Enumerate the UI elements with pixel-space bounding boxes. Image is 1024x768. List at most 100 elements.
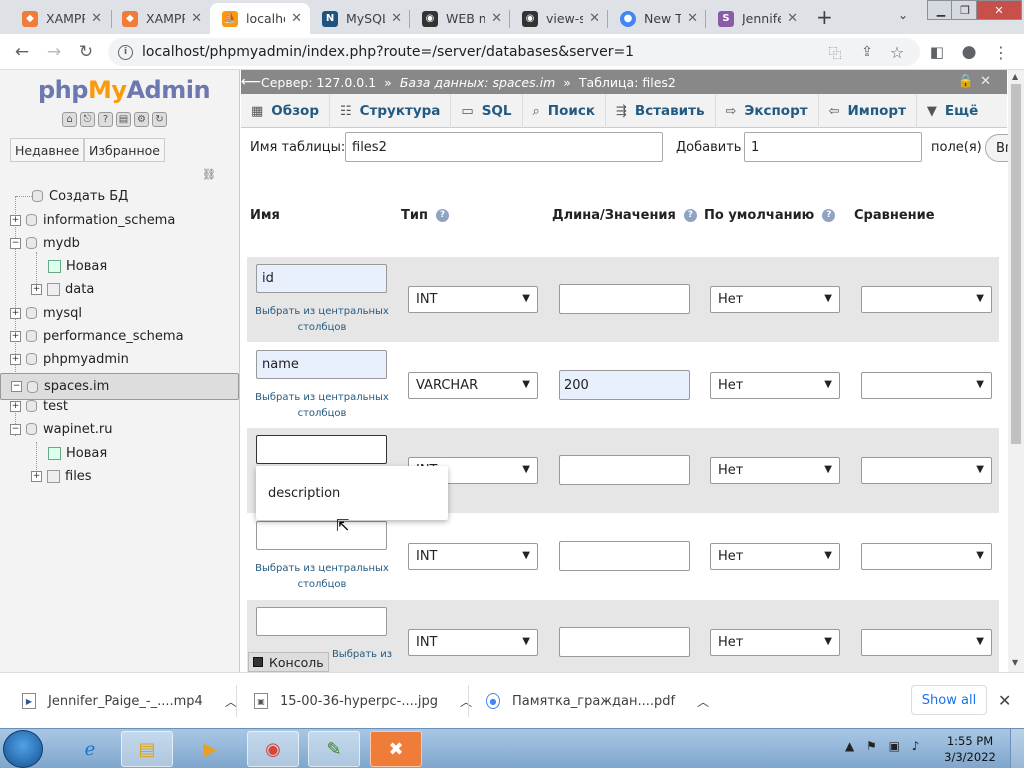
- scroll-down-icon[interactable]: ▼: [1012, 658, 1018, 667]
- tab-import[interactable]: ⇦ Импорт: [819, 94, 917, 128]
- new-tab-button[interactable]: +: [816, 5, 833, 29]
- collapse-icon[interactable]: −: [10, 237, 21, 249]
- help-icon[interactable]: ?: [435, 209, 449, 222]
- expand-icon[interactable]: +: [10, 214, 21, 226]
- profile-icon[interactable]: ●: [957, 40, 981, 64]
- type-select[interactable]: INT▼: [408, 629, 538, 656]
- tree-item-db[interactable]: − wapinet.ru: [10, 419, 113, 439]
- tree-item-db[interactable]: + test: [10, 396, 68, 416]
- default-select[interactable]: Нет ▼: [710, 457, 840, 484]
- collation-select[interactable]: ▼: [861, 543, 992, 570]
- length-input[interactable]: [559, 284, 690, 314]
- help-icon[interactable]: ?: [98, 112, 113, 127]
- favorites-button[interactable]: Избранное: [84, 138, 165, 162]
- show-desktop-button[interactable]: [1010, 729, 1024, 768]
- help-icon[interactable]: ?: [822, 209, 836, 222]
- home-icon[interactable]: ⌂: [62, 112, 77, 127]
- media-player-icon[interactable]: ▶: [184, 731, 236, 767]
- scroll-up-icon[interactable]: ▲: [1012, 72, 1018, 81]
- breadcrumb-server[interactable]: Сервер: 127.0.0.1: [261, 75, 376, 90]
- length-input[interactable]: [559, 627, 690, 657]
- type-select[interactable]: INT▼: [408, 286, 538, 313]
- breadcrumb-database[interactable]: База данных: spaces.im: [400, 75, 555, 90]
- browser-tab-active[interactable]: ⛵ localhost ✕: [210, 3, 310, 34]
- settings-gear-icon[interactable]: ⚙: [134, 112, 149, 127]
- tree-item-db[interactable]: − mydb: [10, 233, 80, 253]
- browser-tab[interactable]: ◆ XAMPP ✕: [10, 3, 110, 34]
- chevron-up-icon[interactable]: ︿: [460, 693, 472, 710]
- browser-tab[interactable]: ◉ WEB m ✕: [410, 3, 510, 34]
- browser-tab[interactable]: N MySQL ✕: [310, 3, 410, 34]
- tab-sql[interactable]: ▭ SQL: [451, 94, 523, 128]
- refresh-icon[interactable]: ↻: [152, 112, 167, 127]
- link-icon[interactable]: ⛓: [202, 168, 216, 181]
- tree-item-db[interactable]: + performance_schema: [10, 326, 184, 346]
- notepad-icon[interactable]: ✎: [308, 731, 360, 767]
- field-name-input[interactable]: id: [256, 264, 387, 293]
- collapse-sidebar-icon[interactable]: ⟵: [241, 74, 261, 90]
- close-tab-icon[interactable]: ✕: [191, 11, 202, 26]
- maximize-icon[interactable]: ❐: [951, 0, 979, 20]
- close-tab-icon[interactable]: ✕: [391, 11, 402, 26]
- scrollbar-thumb[interactable]: [1011, 84, 1021, 444]
- expand-icon[interactable]: +: [31, 283, 42, 295]
- close-tab-icon[interactable]: ✕: [687, 11, 698, 26]
- download-item[interactable]: ▣ 15-00-36-hyperpc-....jpg ︿: [254, 687, 472, 715]
- type-select[interactable]: INT▼: [408, 543, 538, 570]
- tree-item-table[interactable]: + data: [31, 279, 94, 299]
- length-input[interactable]: [559, 455, 690, 485]
- show-all-button[interactable]: Show all: [911, 685, 987, 715]
- collation-select[interactable]: ▼: [861, 372, 992, 399]
- console-button[interactable]: Консоль: [248, 652, 329, 672]
- phpmyadmin-logo[interactable]: phpMyAdmin: [38, 76, 211, 104]
- collation-select[interactable]: ▼: [861, 286, 992, 313]
- central-columns-link[interactable]: Выбрать из центральных столбцов: [327, 647, 397, 663]
- menu-kebab-icon[interactable]: ⋮: [989, 40, 1013, 64]
- chevron-up-icon[interactable]: ︿: [697, 693, 709, 710]
- field-name-input[interactable]: [256, 521, 387, 550]
- tree-item-table[interactable]: + files: [31, 466, 92, 486]
- collation-select[interactable]: ▼: [861, 457, 992, 484]
- tab-search-icon[interactable]: ⌄: [898, 8, 908, 22]
- central-columns-link[interactable]: Выбрать из центральных столбцов: [252, 304, 392, 336]
- tab-structure[interactable]: ☷ Структура: [330, 94, 452, 128]
- info-icon[interactable]: i: [118, 44, 133, 60]
- browser-tab[interactable]: ◉ view-s ✕: [510, 3, 608, 34]
- browser-tab[interactable]: S Jennife ✕: [706, 3, 806, 34]
- start-button[interactable]: [3, 730, 43, 768]
- side-panel-icon[interactable]: ◧: [925, 40, 949, 64]
- tree-item-new-table[interactable]: Новая: [48, 443, 107, 463]
- expand-icon[interactable]: +: [10, 353, 21, 365]
- clock[interactable]: 1:55 PM 3/3/2022: [940, 733, 1000, 765]
- collation-select[interactable]: ▼: [861, 629, 992, 656]
- table-name-input[interactable]: files2: [345, 132, 663, 162]
- translate-icon[interactable]: ⿻: [823, 40, 847, 64]
- tab-browse[interactable]: ▦ Обзор: [241, 94, 330, 128]
- breadcrumb-table[interactable]: Таблица: files2: [579, 75, 676, 90]
- bookmark-star-icon[interactable]: ☆: [885, 40, 909, 64]
- type-select[interactable]: VARCHAR ▼: [408, 372, 538, 399]
- recent-button[interactable]: Недавнее: [10, 138, 85, 162]
- expand-icon[interactable]: +: [10, 307, 21, 319]
- help-icon[interactable]: ?: [683, 209, 697, 222]
- tab-search[interactable]: ⌕ Поиск: [523, 94, 606, 128]
- lock-close-icons[interactable]: 🔒✕: [958, 74, 997, 89]
- chrome-taskbar-icon[interactable]: ◉: [247, 731, 299, 767]
- forward-icon[interactable]: →: [42, 40, 66, 64]
- docs-icon[interactable]: ▤: [116, 112, 131, 127]
- tab-more[interactable]: ▼ Ещё: [917, 94, 988, 128]
- add-count-input[interactable]: 1: [744, 132, 922, 162]
- close-tab-icon[interactable]: ✕: [91, 11, 102, 26]
- back-icon[interactable]: ←: [10, 40, 34, 64]
- share-icon[interactable]: ⇪: [855, 40, 879, 64]
- tab-insert[interactable]: ⇶ Вставить: [606, 94, 716, 128]
- autocomplete-option[interactable]: description: [268, 486, 448, 501]
- close-tab-icon[interactable]: ✕: [787, 11, 798, 26]
- close-window-icon[interactable]: ✕: [976, 0, 1022, 20]
- close-tab-icon[interactable]: ✕: [291, 11, 302, 26]
- central-columns-link[interactable]: Выбрать из центральных столбцов: [252, 561, 392, 593]
- tab-export[interactable]: ⇨ Экспорт: [716, 94, 819, 128]
- browser-tab[interactable]: ● New T ✕: [608, 3, 706, 34]
- tree-item-db[interactable]: + phpmyadmin: [10, 349, 129, 369]
- length-input[interactable]: [559, 541, 690, 571]
